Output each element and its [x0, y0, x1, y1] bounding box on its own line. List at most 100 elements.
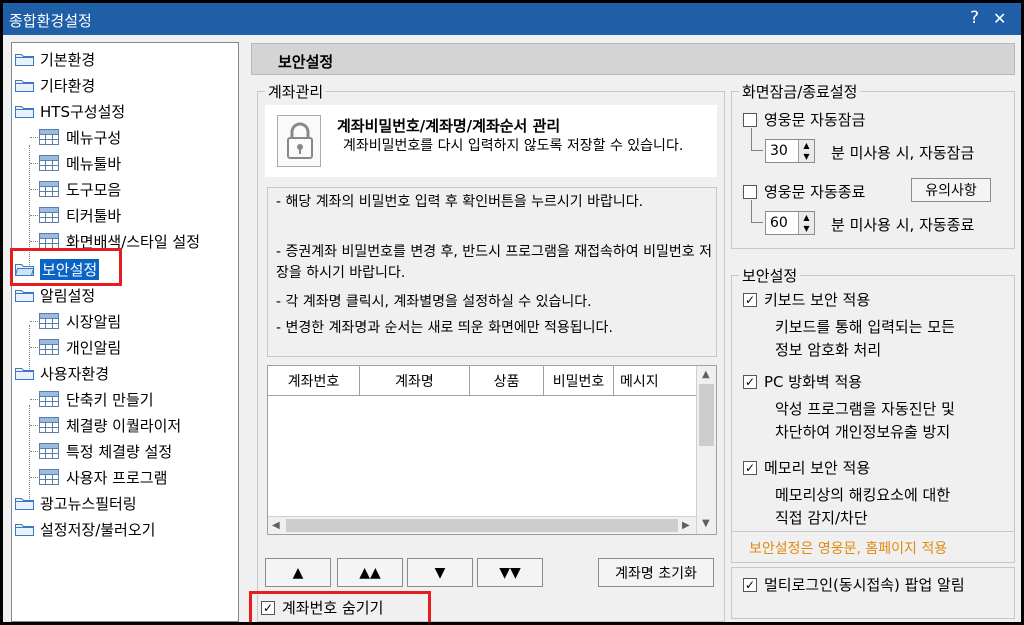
folder-icon: [15, 52, 34, 66]
folder-icon: [15, 288, 34, 302]
vertical-scrollbar[interactable]: ▲ ▼: [696, 366, 716, 534]
tree-item-basic[interactable]: 기본환경: [15, 47, 95, 71]
grid-doc-icon: [39, 469, 59, 485]
autolock-suffix: 분 미사용 시, 자동잠금: [831, 144, 975, 162]
memory-security-checkbox[interactable]: ✓ 메모리 보안 적용: [743, 457, 870, 478]
tree-item-alerts[interactable]: 알림설정: [15, 283, 95, 307]
checkbox-label: 키보드 보안 적용: [764, 291, 871, 309]
note-line: - 변경한 계좌명과 순서는 새로 띄운 화면에만 적용됩니다.: [276, 320, 613, 336]
lock-icon: [277, 115, 321, 167]
scroll-left-icon[interactable]: ◀: [272, 520, 280, 531]
move-down-button[interactable]: ▼: [407, 558, 473, 587]
autolock-minutes-stepper[interactable]: 30 ▲ ▼: [765, 139, 815, 163]
scroll-right-icon[interactable]: ▶: [682, 520, 690, 531]
checkbox-checked-icon[interactable]: ✓: [743, 374, 757, 389]
tree-item-label: 사용자 프로그램: [66, 468, 168, 487]
settings-tree: 기본환경 기타환경 HTS구성설정 메뉴구성 메뉴툴바 도구모음 티커툴바 화면…: [11, 42, 239, 622]
keyboard-security-checkbox[interactable]: ✓ 키보드 보안 적용: [743, 289, 870, 310]
tree-item-tools[interactable]: 도구모음: [39, 177, 121, 201]
tree-item-other[interactable]: 기타환경: [15, 73, 95, 97]
note-line: - 증권계좌 비밀번호를 변경 후, 반드시 프로그램을 재접속하여 비밀번호 …: [276, 244, 712, 281]
tree-item-label: 기타환경: [40, 76, 96, 95]
autolock-checkbox[interactable]: 영웅문 자동잠금: [743, 109, 865, 130]
tree-item-market-alert[interactable]: 시장알림: [39, 309, 121, 333]
checkbox-checked-icon[interactable]: ✓: [743, 577, 757, 592]
grid-doc-icon: [39, 313, 59, 329]
close-icon[interactable]: ✕: [993, 9, 1006, 28]
tree-item-label: 개인알림: [66, 338, 122, 357]
checkbox-checked-icon[interactable]: ✓: [743, 292, 757, 307]
help-icon[interactable]: ?: [970, 8, 979, 28]
keyboard-security-desc: 정보 암호화 처리: [775, 341, 882, 359]
checkbox-label: 멀티로그인(동시접속) 팝업 알림: [764, 576, 965, 594]
grid-doc-icon: [39, 233, 59, 249]
tree-item-menu-toolbar[interactable]: 메뉴툴바: [39, 151, 121, 175]
tree-item-hts[interactable]: HTS구성설정: [15, 99, 125, 123]
autoexit-minutes-stepper[interactable]: 60 ▲ ▼: [765, 211, 815, 235]
grid-doc-icon: [39, 207, 59, 223]
tree-item-label: 시장알림: [66, 312, 122, 331]
scroll-thumb[interactable]: [286, 519, 678, 532]
checkbox-label: 메모리 보안 적용: [764, 459, 871, 477]
tree-item-news-filter[interactable]: 광고뉴스필터링: [15, 491, 137, 515]
scroll-down-icon[interactable]: ▼: [702, 518, 710, 529]
tree-item-user-program[interactable]: 사용자 프로그램: [39, 465, 167, 489]
move-up-button[interactable]: ▲: [265, 558, 331, 587]
scroll-up-icon[interactable]: ▲: [702, 369, 710, 380]
autoexit-checkbox[interactable]: 영웅문 자동종료: [743, 181, 865, 202]
tree-item-label: 특정 체결량 설정: [66, 442, 173, 461]
multilogin-checkbox[interactable]: ✓ 멀티로그인(동시접속) 팝업 알림: [743, 574, 965, 595]
reset-account-name-button[interactable]: 계좌명 초기화: [598, 558, 714, 587]
horizontal-scrollbar[interactable]: ◀ ▶: [268, 516, 696, 534]
stepper-value[interactable]: 60: [770, 215, 788, 231]
tree-item-label: HTS구성설정: [40, 102, 126, 121]
folder-icon: [15, 496, 34, 510]
grid-doc-icon: [39, 155, 59, 171]
stepper-arrows-icon[interactable]: ▲ ▼: [798, 212, 814, 234]
column-header[interactable]: 비밀번호: [544, 366, 614, 396]
column-header[interactable]: 상품: [470, 366, 544, 396]
tree-item-equalizer[interactable]: 체결량 이퀄라이저: [39, 413, 181, 437]
checkbox-unchecked-icon[interactable]: [743, 184, 757, 199]
tree-item-save-load[interactable]: 설정저장/불러오기: [15, 517, 155, 541]
grid-doc-icon: [39, 339, 59, 355]
memory-security-desc: 메모리상의 해킹요소에 대한: [775, 486, 951, 504]
move-top-button[interactable]: ▲▲: [337, 558, 403, 587]
column-header[interactable]: 계좌명: [360, 366, 470, 396]
account-header: 계좌비밀번호/계좌명/계좌순서 관리 계좌비밀번호를 다시 입력하지 않도록 저…: [265, 105, 717, 177]
checkbox-label: PC 방화벽 적용: [764, 373, 863, 391]
stepper-arrows-icon[interactable]: ▲ ▼: [798, 140, 814, 162]
tree-item-user-env[interactable]: 사용자환경: [15, 361, 109, 385]
account-notes: - 해당 계좌의 비밀번호 입력 후 확인버튼을 누르시기 바랍니다. - 증권…: [267, 187, 717, 357]
move-bottom-button[interactable]: ▼▼: [477, 558, 543, 587]
tree-item-label: 단축키 만들기: [66, 390, 154, 409]
window-title: 종합환경설정: [9, 12, 92, 30]
note-line: - 해당 계좌의 비밀번호 입력 후 확인버튼을 누르시기 바랍니다.: [276, 194, 644, 210]
checkbox-checked-icon[interactable]: ✓: [743, 460, 757, 475]
firewall-desc: 악성 프로그램을 자동진단 및: [775, 400, 955, 418]
tree-item-volume-setting[interactable]: 특정 체결량 설정: [39, 439, 172, 463]
notice-button[interactable]: 유의사항: [911, 178, 991, 202]
account-table[interactable]: 계좌번호 계좌명 상품 비밀번호 메시지 ▲ ▼ ◀ ▶: [267, 365, 717, 535]
column-header[interactable]: 메시지: [614, 366, 696, 396]
firewall-checkbox[interactable]: ✓ PC 방화벽 적용: [743, 371, 862, 392]
stepper-value[interactable]: 30: [770, 143, 788, 159]
scroll-thumb[interactable]: [699, 384, 714, 446]
folder-icon: [15, 78, 34, 92]
title-bar: 종합환경설정 ? ✕: [3, 3, 1021, 35]
tree-item-label: 도구모음: [66, 180, 122, 199]
column-header[interactable]: 계좌번호: [268, 366, 360, 396]
checkbox-label: 영웅문 자동잠금: [764, 111, 866, 129]
settings-window: 종합환경설정 ? ✕ 기본환경 기타환경 HTS구성설정 메뉴구성 메뉴툴바 도…: [3, 3, 1021, 622]
tree-item-personal-alert[interactable]: 개인알림: [39, 335, 121, 359]
highlight-box: [249, 591, 431, 622]
folder-icon: [15, 522, 34, 536]
grid-doc-icon: [39, 391, 59, 407]
tree-item-menu-config[interactable]: 메뉴구성: [39, 125, 121, 149]
note-line: - 각 계좌명 클릭시, 계좌별명을 설정하실 수 있습니다.: [276, 294, 592, 310]
grid-doc-icon: [39, 417, 59, 433]
tree-item-shortcuts[interactable]: 단축키 만들기: [39, 387, 154, 411]
lock-group-label: 화면잠금/종료설정: [739, 81, 861, 102]
tree-item-ticker-toolbar[interactable]: 티커툴바: [39, 203, 121, 227]
checkbox-unchecked-icon[interactable]: [743, 112, 757, 127]
